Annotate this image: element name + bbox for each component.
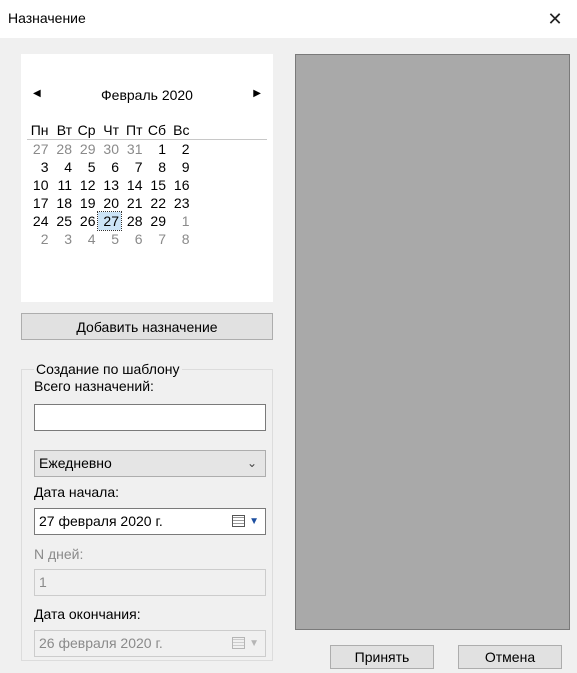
calendar-day[interactable]: 29: [74, 140, 98, 158]
calendar-icon: [232, 637, 245, 649]
dropdown-arrow-icon: ▼: [249, 638, 259, 649]
calendar-day[interactable]: 11: [51, 176, 75, 194]
calendar-day[interactable]: 1: [168, 212, 192, 230]
calendar-week-row: 17 18 19 20 21 22 23: [27, 194, 267, 212]
calendar-month-label[interactable]: Февраль 2020: [21, 87, 273, 103]
calendar-day[interactable]: 5: [98, 230, 122, 248]
calendar-weekday-row: Пн Вт Ср Чт Пт Сб Вс: [27, 121, 267, 140]
calendar-weekday: Ср: [77, 122, 96, 138]
calendar-day[interactable]: 16: [168, 176, 192, 194]
calendar-day[interactable]: 8: [168, 230, 192, 248]
calendar-day[interactable]: 28: [121, 212, 145, 230]
calendar-day[interactable]: 18: [51, 194, 75, 212]
calendar-week-row: 2345678: [27, 230, 267, 248]
add-appointment-button[interactable]: Добавить назначение: [21, 313, 273, 340]
calendar-day[interactable]: 3: [51, 230, 75, 248]
calendar-day[interactable]: 20: [98, 194, 122, 212]
calendar-day[interactable]: 2: [168, 140, 192, 158]
calendar-day[interactable]: 12: [74, 176, 98, 194]
start-date-picker[interactable]: 27 февраля 2020 г. ▼: [34, 508, 266, 535]
calendar-day[interactable]: 23: [168, 194, 192, 212]
calendar-day[interactable]: 8: [145, 158, 169, 176]
close-button[interactable]: ✕: [533, 0, 577, 38]
calendar-day[interactable]: 27: [27, 140, 51, 158]
ndays-label: N дней:: [34, 546, 84, 562]
end-date-value: 26 февраля 2020 г.: [39, 635, 163, 651]
calendar-week-row: 27 28 29 30 31 1 2: [27, 140, 267, 158]
ndays-input[interactable]: 1: [34, 569, 266, 596]
calendar-weekday: Пн: [30, 122, 49, 138]
month-calendar[interactable]: ◀ Февраль 2020 ▶ Пн Вт Ср Чт Пт Сб Вс 27 28 29 30 3…: [21, 54, 273, 302]
calendar-weekday: Вс: [173, 122, 190, 138]
calendar-day[interactable]: 13: [98, 176, 122, 194]
calendar-day[interactable]: 19: [74, 194, 98, 212]
calendar-day[interactable]: 7: [121, 158, 145, 176]
calendar-day[interactable]: 31: [121, 140, 145, 158]
calendar-day[interactable]: 7: [145, 230, 169, 248]
calendar-day[interactable]: 9: [168, 158, 192, 176]
calendar-day[interactable]: 6: [121, 230, 145, 248]
chevron-down-icon: ⌄: [246, 456, 257, 470]
calendar-week-row: 10 11 12 13 14 15 16: [27, 176, 267, 194]
calendar-grid: Пн Вт Ср Чт Пт Сб Вс 27 28 29 30 31 1 2 3 4 5 6 7 8 9 10 11 12 1…: [27, 121, 267, 248]
calendar-weekday: Сб: [147, 122, 166, 138]
calendar-week-row: 24 25 26 27 28 29 1: [27, 211, 267, 231]
calendar-day[interactable]: 30: [98, 140, 122, 158]
end-date-label: Дата окончания:: [34, 606, 141, 622]
accept-button[interactable]: Принять: [330, 645, 434, 669]
calendar-weekday: Чт: [103, 122, 119, 138]
calendar-day[interactable]: 4: [51, 158, 75, 176]
calendar-nav: ◀ Февраль 2020 ▶: [21, 87, 273, 110]
calendar-day[interactable]: 22: [145, 194, 169, 212]
calendar-icon[interactable]: [232, 515, 245, 527]
cancel-button[interactable]: Отмена: [458, 645, 562, 669]
calendar-day[interactable]: 27: [96, 211, 122, 231]
frequency-select[interactable]: Ежедневно ⌄: [34, 450, 266, 477]
calendar-day[interactable]: 21: [121, 194, 145, 212]
calendar-day[interactable]: 26: [74, 212, 98, 230]
calendar-weekday: Вт: [56, 122, 72, 138]
calendar-day[interactable]: 29: [145, 212, 169, 230]
calendar-day[interactable]: 25: [51, 212, 75, 230]
end-date-picker[interactable]: 26 февраля 2020 г. ▼: [34, 630, 266, 657]
calendar-day[interactable]: 28: [51, 140, 75, 158]
calendar-day[interactable]: 4: [74, 230, 98, 248]
calendar-day[interactable]: 1: [145, 140, 169, 158]
calendar-day[interactable]: 14: [121, 176, 145, 194]
calendar-day[interactable]: 17: [27, 194, 51, 212]
calendar-week-row: 3456789: [27, 158, 267, 176]
calendar-day[interactable]: 10: [27, 176, 51, 194]
group-legend: Создание по шаблону: [34, 361, 182, 377]
title-bar: Назначение ✕: [0, 0, 577, 38]
dropdown-arrow-icon[interactable]: ▼: [249, 509, 259, 534]
calendar-day[interactable]: 15: [145, 176, 169, 194]
calendar-day[interactable]: 6: [98, 158, 122, 176]
calendar-weekday: Пт: [126, 122, 143, 138]
calendar-day[interactable]: 24: [27, 212, 51, 230]
calendar-day[interactable]: 2: [27, 230, 51, 248]
calendar-day[interactable]: 5: [74, 158, 98, 176]
window-title: Назначение: [8, 10, 86, 26]
appointments-preview-panel: [295, 54, 570, 630]
frequency-value: Ежедневно: [39, 455, 112, 471]
calendar-day[interactable]: 3: [27, 158, 51, 176]
total-label: Всего назначений:: [34, 378, 154, 394]
start-date-label: Дата начала:: [34, 484, 120, 500]
template-group: Создание по шаблону Всего назначений: Еж…: [21, 361, 273, 661]
total-input[interactable]: [34, 404, 266, 431]
next-month-icon[interactable]: ▶: [253, 88, 261, 99]
start-date-value: 27 февраля 2020 г.: [39, 513, 163, 529]
